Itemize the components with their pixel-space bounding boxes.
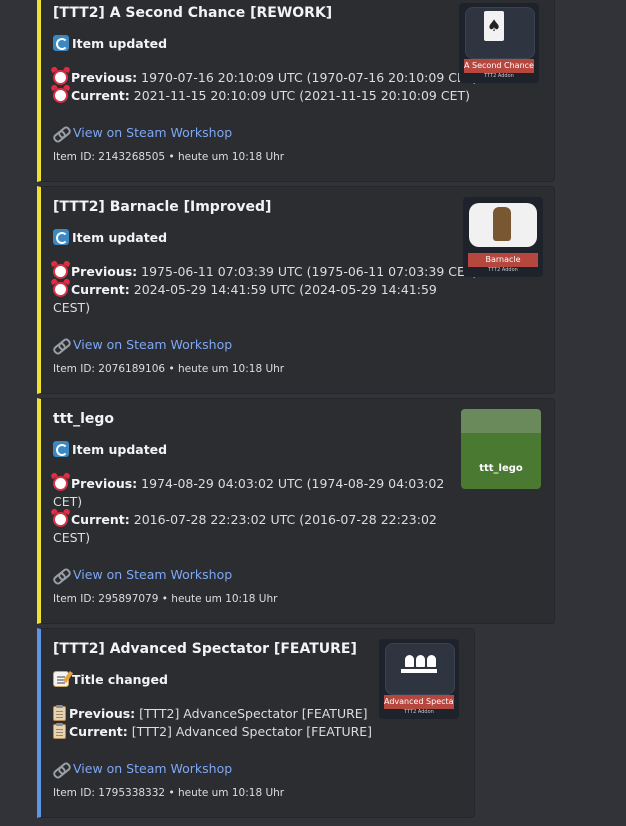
link-text[interactable]: View on Steam Workshop <box>73 125 232 140</box>
steam-workshop-link[interactable]: View on Steam Workshop <box>53 337 232 352</box>
current-value: 2024-05-29 14:41:59 UTC (2024-05-29 14:4… <box>133 282 437 297</box>
steam-workshop-link[interactable]: View on Steam Workshop <box>53 761 232 776</box>
barnacle-icon <box>493 207 511 241</box>
previous-value: [TTT2] AdvanceSpectator [FEATURE] <box>139 706 368 721</box>
thumbnail-label: Barnacle <box>468 253 538 267</box>
previous-value: 1974-08-29 04:03:02 UTC (1974-08-29 04:0… <box>141 476 445 491</box>
item-thumbnail[interactable]: ♠ A Second Chance TTT2 Addon <box>459 3 539 83</box>
status-text: Item updated <box>72 35 168 51</box>
current-value: 2021-11-15 20:10:09 UTC (2021-11-15 20:1… <box>133 88 470 103</box>
embed-footer: Item ID: 1795338332 • heute um 10:18 Uhr <box>53 787 285 799</box>
previous-label: Previous: <box>71 264 138 279</box>
thumbnail-label: A Second Chance <box>464 59 534 73</box>
previous-line: Previous: 1970-07-16 20:10:09 UTC (1970-… <box>53 69 477 87</box>
previous-value: 1970-07-16 20:10:09 UTC (1970-07-16 20:1… <box>141 70 478 85</box>
previous-line: Previous: 1975-06-11 07:03:39 UTC (1975-… <box>53 263 477 281</box>
workshop-embed: [TTT2] A Second Chance [REWORK] Item upd… <box>37 0 555 182</box>
current-value: 2016-07-28 22:23:02 UTC (2016-07-28 22:2… <box>133 512 437 527</box>
map-preview-image <box>461 409 541 489</box>
current-line: Current: 2021-11-15 20:10:09 UTC (2021-1… <box>53 87 470 105</box>
status-text: Item updated <box>72 441 168 457</box>
previous-label: Previous: <box>71 70 138 85</box>
current-line: Current: 2024-05-29 14:41:59 UTC (2024-0… <box>53 281 437 299</box>
current-line-wrap: CEST) <box>53 300 91 315</box>
current-line: Current: 2016-07-28 22:23:02 UTC (2016-0… <box>53 511 437 529</box>
embed-status: Item updated <box>53 441 167 457</box>
item-thumbnail[interactable]: Barnacle TTT2 Addon <box>463 197 543 277</box>
alarm-clock-icon <box>53 476 68 491</box>
alarm-clock-icon <box>53 282 68 297</box>
current-value: [TTT2] Advanced Spectator [FEATURE] <box>131 724 373 739</box>
embed-status: Title changed <box>53 671 168 687</box>
previous-line: Previous: [TTT2] AdvanceSpectator [FEATU… <box>53 705 368 723</box>
thumbnail-sublabel: TTT2 Addon <box>404 709 434 715</box>
current-label: Current: <box>69 724 128 739</box>
current-label: Current: <box>71 88 130 103</box>
item-thumbnail[interactable]: ttt_lego <box>461 409 541 489</box>
link-text[interactable]: View on Steam Workshop <box>73 337 232 352</box>
current-label: Current: <box>71 512 130 527</box>
previous-value: 1975-06-11 07:03:39 UTC (1975-06-11 07:0… <box>141 264 478 279</box>
item-thumbnail[interactable]: Advanced Spectator TTT2 Addon <box>379 639 459 719</box>
playing-card-icon: ♠ <box>484 11 504 41</box>
thumbnail-sublabel: TTT2 Addon <box>488 267 518 273</box>
previous-label: Previous: <box>71 476 138 491</box>
workshop-embed: [TTT2] Advanced Spectator [FEATURE] Titl… <box>37 628 475 818</box>
embed-title[interactable]: [TTT2] Barnacle [Improved] <box>53 199 271 215</box>
link-icon <box>53 763 69 775</box>
embed-status: Item updated <box>53 35 167 51</box>
previous-label: Previous: <box>69 706 136 721</box>
embed-status: Item updated <box>53 229 167 245</box>
alarm-clock-icon <box>53 70 68 85</box>
spectator-icon <box>391 649 447 679</box>
link-icon <box>53 127 69 139</box>
current-line: Current: [TTT2] Advanced Spectator [FEAT… <box>53 723 372 741</box>
status-text: Title changed <box>72 671 168 687</box>
link-icon <box>53 569 69 581</box>
link-text[interactable]: View on Steam Workshop <box>73 761 232 776</box>
alarm-clock-icon <box>53 512 68 527</box>
thumbnail-label: Advanced Spectator <box>384 695 454 709</box>
embed-footer: Item ID: 2143268505 • heute um 10:18 Uhr <box>53 151 285 163</box>
thumbnail-label: ttt_lego <box>479 463 523 474</box>
link-icon <box>53 339 69 351</box>
link-text[interactable]: View on Steam Workshop <box>73 567 232 582</box>
alarm-clock-icon <box>53 88 68 103</box>
refresh-icon <box>53 441 69 457</box>
embed-title[interactable]: ttt_lego <box>53 411 114 427</box>
alarm-clock-icon <box>53 264 68 279</box>
previous-line: Previous: 1974-08-29 04:03:02 UTC (1974-… <box>53 475 444 493</box>
clipboard-icon <box>53 705 66 721</box>
current-label: Current: <box>71 282 130 297</box>
embed-title[interactable]: [TTT2] A Second Chance [REWORK] <box>53 5 332 21</box>
current-line-wrap: CEST) <box>53 530 91 545</box>
memo-icon <box>53 671 69 687</box>
embed-footer: Item ID: 2076189106 • heute um 10:18 Uhr <box>53 363 285 375</box>
embed-title[interactable]: [TTT2] Advanced Spectator [FEATURE] <box>53 641 357 657</box>
refresh-icon <box>53 35 69 51</box>
steam-workshop-link[interactable]: View on Steam Workshop <box>53 567 232 582</box>
workshop-embed: [TTT2] Barnacle [Improved] Item updated … <box>37 186 555 394</box>
status-text: Item updated <box>72 229 168 245</box>
embed-footer: Item ID: 295897079 • heute um 10:18 Uhr <box>53 593 278 605</box>
workshop-embed: ttt_lego Item updated Previous: 1974-08-… <box>37 398 555 624</box>
clipboard-icon <box>53 723 66 739</box>
refresh-icon <box>53 229 69 245</box>
steam-workshop-link[interactable]: View on Steam Workshop <box>53 125 232 140</box>
thumbnail-sublabel: TTT2 Addon <box>484 73 514 79</box>
